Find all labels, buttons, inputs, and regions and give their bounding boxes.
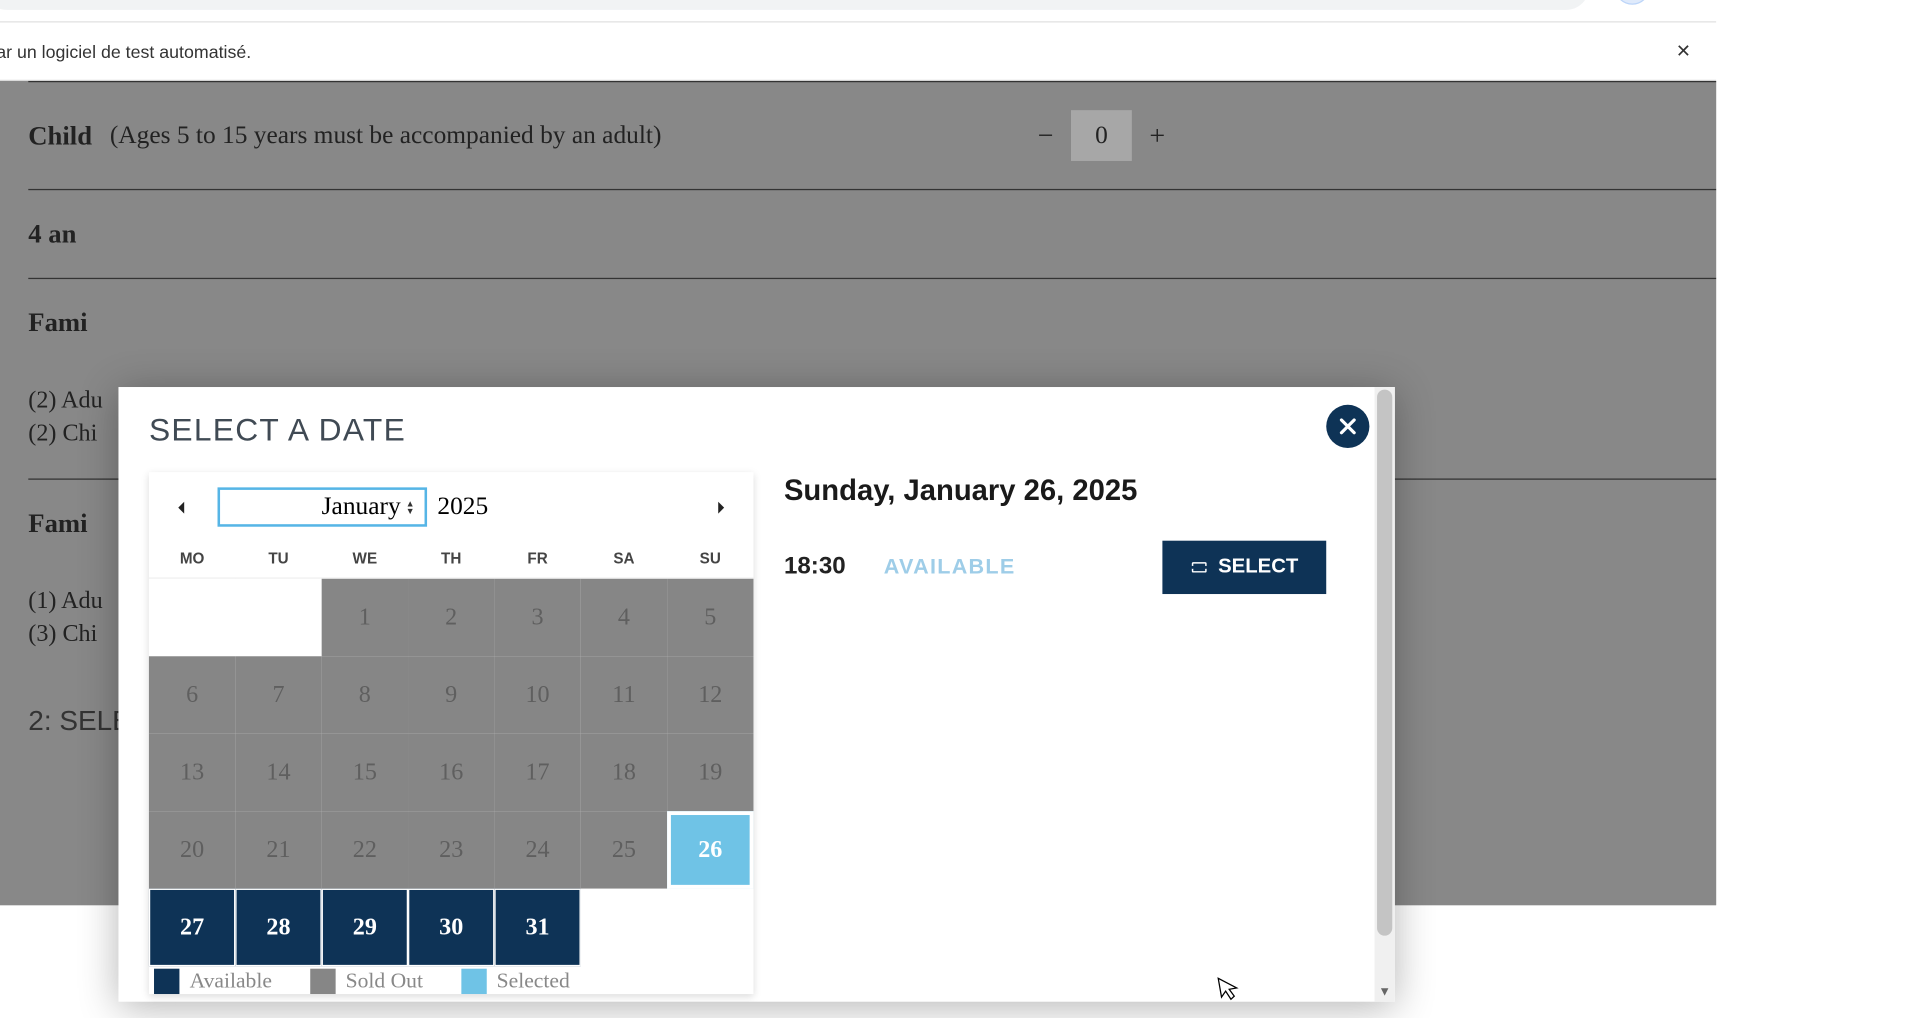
calendar-day-28[interactable]: 28 bbox=[235, 889, 321, 966]
calendar-day-9: 9 bbox=[408, 656, 494, 733]
page-viewport: Child (Ages 5 to 15 years must be accomp… bbox=[0, 81, 1716, 905]
legend-soldout-swatch bbox=[310, 969, 335, 994]
timeslot-select-button[interactable]: SELECT bbox=[1162, 541, 1326, 594]
calendar-day-23: 23 bbox=[408, 811, 494, 888]
legend-soldout: Sold Out bbox=[346, 969, 423, 994]
dow-label: WE bbox=[322, 550, 408, 568]
calendar-day-12: 12 bbox=[667, 656, 753, 733]
calendar-day-1: 1 bbox=[322, 579, 408, 656]
modal-scrollbar[interactable]: ▼ bbox=[1374, 387, 1394, 1002]
legend-selected-swatch bbox=[461, 969, 486, 994]
calendar-cell-empty bbox=[149, 579, 235, 656]
month-label: January bbox=[322, 492, 401, 521]
calendar-day-20: 20 bbox=[149, 811, 235, 888]
sort-icon: ▲▼ bbox=[406, 499, 415, 514]
calendar-day-11: 11 bbox=[581, 656, 667, 733]
modal-close-button[interactable] bbox=[1326, 405, 1369, 448]
timeslot-time: 18:30 bbox=[784, 553, 846, 581]
url-input[interactable]: tickets.wbstudiotour.co.uk/webstore/shop… bbox=[0, 0, 1589, 9]
legend-available: Available bbox=[190, 969, 272, 994]
dow-label: TU bbox=[235, 550, 321, 568]
address-bar: tickets.wbstudiotour.co.uk/webstore/shop… bbox=[0, 0, 1716, 23]
date-picker-modal: SELECT A DATE January ▲▼ 2025 bbox=[118, 387, 1394, 1002]
calendar-day-21: 21 bbox=[235, 811, 321, 888]
scrollbar-thumb[interactable] bbox=[1377, 390, 1392, 936]
close-icon bbox=[1335, 414, 1360, 439]
calendar-day-15: 15 bbox=[322, 734, 408, 811]
ticket-icon bbox=[1190, 558, 1208, 576]
year-label: 2025 bbox=[437, 492, 488, 521]
calendar-day-16: 16 bbox=[408, 734, 494, 811]
calendar-day-29[interactable]: 29 bbox=[322, 889, 408, 966]
calendar-day-22: 22 bbox=[322, 811, 408, 888]
calendar-day-27[interactable]: 27 bbox=[149, 889, 235, 966]
timeslot-select-label: SELECT bbox=[1218, 556, 1298, 579]
calendar-cell-empty bbox=[235, 579, 321, 656]
calendar-day-7: 7 bbox=[235, 656, 321, 733]
legend-selected: Selected bbox=[497, 969, 570, 994]
banner-close-button[interactable]: ✕ bbox=[1676, 40, 1691, 62]
timeslot-status: AVAILABLE bbox=[884, 555, 1016, 580]
calendar-day-13: 13 bbox=[149, 734, 235, 811]
calendar-day-6: 6 bbox=[149, 656, 235, 733]
calendar-day-4: 4 bbox=[581, 579, 667, 656]
dow-label: MO bbox=[149, 550, 235, 568]
automation-message: Chrome est contrôlé par un logiciel de t… bbox=[0, 41, 251, 61]
calendar-day-14: 14 bbox=[235, 734, 321, 811]
calendar-cell-empty bbox=[667, 889, 753, 966]
dow-label: FR bbox=[494, 550, 580, 568]
automation-banner: Chrome est contrôlé par un logiciel de t… bbox=[0, 23, 1716, 81]
chevron-right-icon bbox=[712, 498, 730, 516]
calendar-day-30[interactable]: 30 bbox=[408, 889, 494, 966]
calendar-day-18: 18 bbox=[581, 734, 667, 811]
scrollbar-down-button[interactable]: ▼ bbox=[1374, 981, 1394, 1001]
calendar-day-5: 5 bbox=[667, 579, 753, 656]
chevron-left-icon bbox=[173, 498, 191, 516]
month-select[interactable]: January ▲▼ bbox=[218, 487, 428, 526]
dow-label: SU bbox=[667, 550, 753, 568]
calendar-day-17: 17 bbox=[494, 734, 580, 811]
calendar-day-8: 8 bbox=[322, 656, 408, 733]
calendar-day-24: 24 bbox=[494, 811, 580, 888]
calendar: January ▲▼ 2025 MOTUWETHFRSASU 12345 bbox=[149, 472, 754, 994]
timeslot-row: 18:30 AVAILABLE SELECT bbox=[784, 541, 1326, 594]
profile-button[interactable] bbox=[1615, 0, 1651, 4]
calendar-day-3: 3 bbox=[494, 579, 580, 656]
calendar-cell-empty bbox=[581, 889, 667, 966]
legend-available-swatch bbox=[154, 969, 179, 994]
dow-label: TH bbox=[408, 550, 494, 568]
calendar-day-26[interactable]: 26 bbox=[667, 811, 753, 888]
dow-label: SA bbox=[581, 550, 667, 568]
calendar-day-19: 19 bbox=[667, 734, 753, 811]
calendar-day-2: 2 bbox=[408, 579, 494, 656]
next-month-button[interactable] bbox=[700, 498, 741, 516]
calendar-day-25: 25 bbox=[581, 811, 667, 888]
calendar-day-10: 10 bbox=[494, 656, 580, 733]
modal-title: SELECT A DATE bbox=[149, 412, 754, 449]
prev-month-button[interactable] bbox=[162, 498, 203, 516]
calendar-day-31[interactable]: 31 bbox=[494, 889, 580, 966]
selected-date-heading: Sunday, January 26, 2025 bbox=[784, 473, 1326, 507]
